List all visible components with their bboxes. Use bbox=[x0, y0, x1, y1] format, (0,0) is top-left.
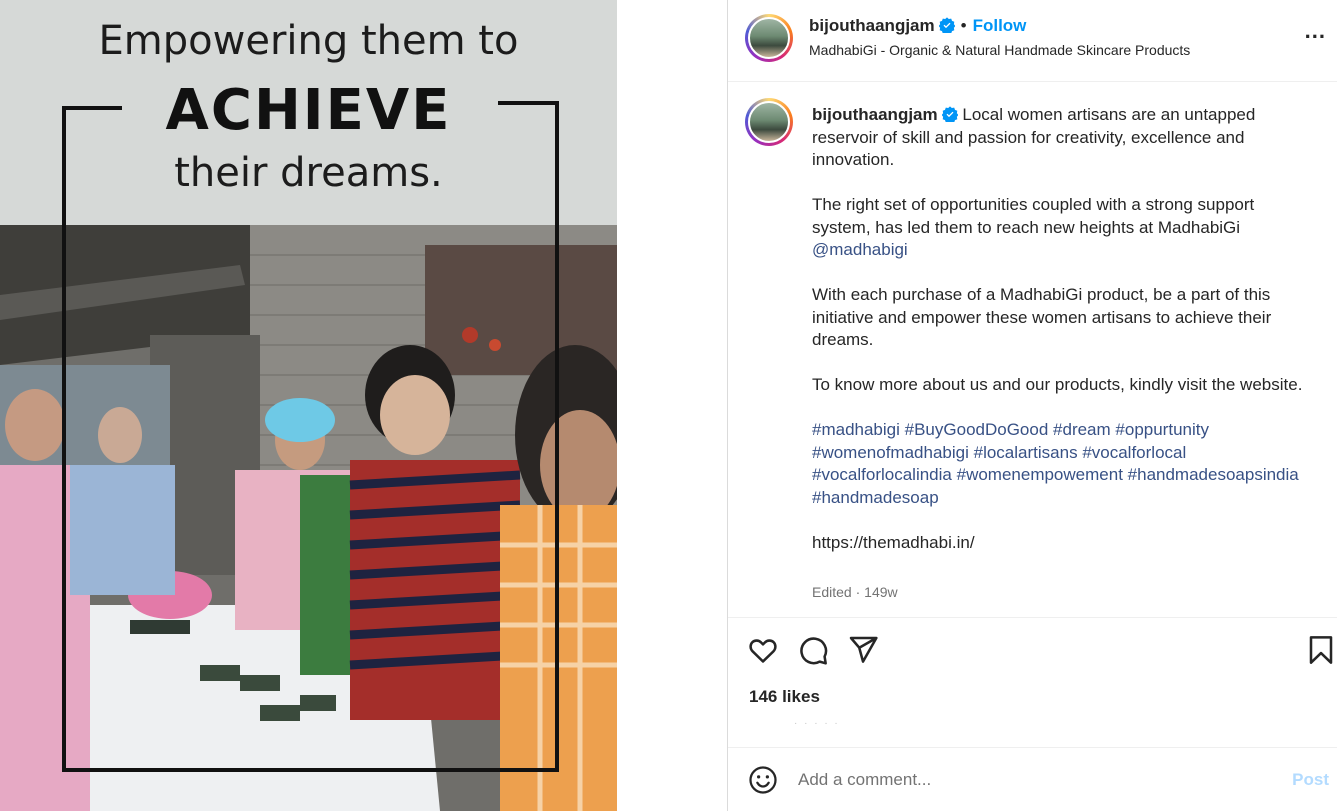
hashtag-link[interactable]: #BuyGoodDoGood bbox=[905, 420, 1049, 439]
follow-button[interactable]: Follow bbox=[973, 16, 1027, 35]
edited-label: Edited bbox=[812, 584, 852, 600]
post-image[interactable]: Empowering them to ACHIEVE their dreams. bbox=[0, 0, 617, 811]
image-text-banner: Empowering them to ACHIEVE their dreams. bbox=[0, 0, 617, 225]
verified-badge-icon bbox=[941, 106, 958, 123]
image-headline-1: Empowering them to bbox=[98, 18, 519, 64]
caption-paragraph-4: To know more about us and our products, … bbox=[812, 375, 1303, 394]
hashtag-link[interactable]: #oppurtunity bbox=[1115, 420, 1209, 439]
author-subtitle[interactable]: MadhabiGi - Organic & Natural Handmade S… bbox=[809, 42, 1190, 58]
caption-username[interactable]: bijouthaangjam bbox=[812, 105, 938, 124]
hashtag-link[interactable]: #madhabigi bbox=[812, 420, 900, 439]
frame-line bbox=[555, 101, 559, 772]
hashtag-list: #madhabigi #BuyGoodDoGood #dream #oppurt… bbox=[812, 419, 1312, 509]
post-age[interactable]: 149w bbox=[864, 584, 897, 600]
post-meta: Edited · 149w bbox=[812, 584, 898, 600]
verified-badge-icon bbox=[938, 17, 955, 34]
author-line: bijouthaangjam • Follow bbox=[809, 16, 1026, 36]
likers-placeholder: · · · · · bbox=[794, 718, 840, 729]
hashtag-link[interactable]: #localartisans bbox=[974, 443, 1078, 462]
hashtag-link[interactable]: #vocalforlocal bbox=[1082, 443, 1186, 462]
hashtag-link[interactable]: #handmadesoapsindia bbox=[1128, 465, 1299, 484]
caption-paragraph-2: The right set of opportunities coupled w… bbox=[812, 195, 1255, 237]
bookmark-icon[interactable] bbox=[1305, 634, 1337, 666]
gutter bbox=[617, 0, 727, 811]
artisans-photo bbox=[0, 225, 617, 811]
frame-line bbox=[498, 101, 558, 105]
post-caption: bijouthaangjam Local women artisans are … bbox=[812, 104, 1312, 577]
caption-paragraph-3: With each purchase of a MadhabiGi produc… bbox=[812, 285, 1272, 349]
hashtag-link[interactable]: #dream bbox=[1053, 420, 1111, 439]
post-comment-button[interactable]: Post bbox=[1292, 770, 1329, 790]
frame-line bbox=[62, 106, 66, 772]
frame-line bbox=[62, 106, 122, 110]
author-username[interactable]: bijouthaangjam bbox=[809, 16, 935, 35]
comment-icon[interactable] bbox=[797, 634, 829, 666]
likes-count[interactable]: 146 likes bbox=[749, 687, 820, 707]
divider bbox=[728, 617, 1337, 618]
post-header: bijouthaangjam • Follow MadhabiGi - Organi… bbox=[728, 0, 1337, 82]
hashtag-link[interactable]: #womenempowement bbox=[957, 465, 1123, 484]
mention-link[interactable]: @madhabigi bbox=[812, 240, 908, 259]
hashtag-link[interactable]: #vocalforlocalindia bbox=[812, 465, 952, 484]
website-url: https://themadhabi.in/ bbox=[812, 532, 975, 552]
meta-separator: · bbox=[855, 584, 861, 600]
image-headline-2: ACHIEVE bbox=[165, 78, 452, 143]
caption-avatar[interactable] bbox=[745, 98, 793, 146]
post-side-panel: bijouthaangjam • Follow MadhabiGi - Organi… bbox=[727, 0, 1337, 811]
hashtag-link[interactable]: #handmadesoap bbox=[812, 488, 939, 507]
frame-line bbox=[62, 768, 558, 772]
hashtag-link[interactable]: #womenofmadhabigi bbox=[812, 443, 969, 462]
author-avatar[interactable] bbox=[745, 14, 793, 62]
comment-input[interactable] bbox=[798, 766, 1268, 794]
more-options-button[interactable]: ... bbox=[1305, 20, 1326, 42]
heart-icon[interactable] bbox=[747, 634, 779, 666]
send-icon[interactable] bbox=[847, 634, 879, 666]
image-headline-3: their dreams. bbox=[174, 150, 443, 196]
separator-dot: • bbox=[960, 16, 967, 35]
divider bbox=[728, 747, 1337, 748]
smiley-icon[interactable] bbox=[748, 765, 778, 795]
